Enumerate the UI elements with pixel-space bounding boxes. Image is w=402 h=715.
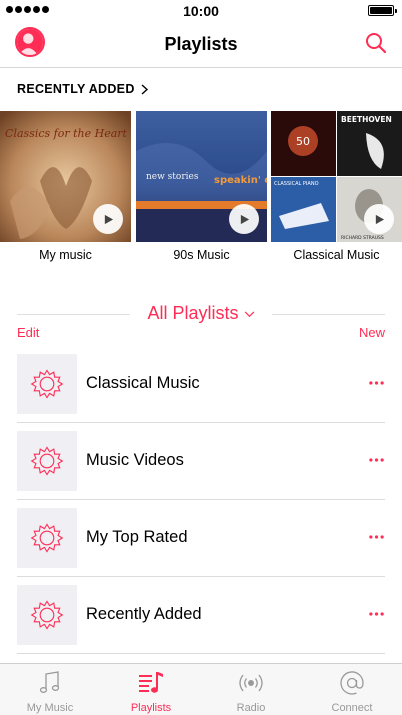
album-card-classical-music[interactable]: 50 BEETHOVEN CLASSICAL PIANO RICHARD STR… (271, 111, 402, 262)
svg-text:CLASSICAL PIANO: CLASSICAL PIANO (274, 181, 319, 187)
divider (272, 314, 385, 315)
more-options-button[interactable] (366, 604, 386, 624)
svg-text:speakin' out: speakin' out (214, 175, 267, 186)
album-label: Classical Music (293, 248, 380, 262)
search-icon (366, 33, 387, 54)
playlist-name: Music Videos (86, 451, 184, 469)
album-art-90s-music: new stories speakin' out (136, 111, 267, 242)
more-dots-icon (368, 381, 384, 385)
svg-text:BEETHOVEN: BEETHOVEN (341, 115, 392, 124)
new-playlist-button[interactable]: New (359, 325, 385, 340)
all-playlists-header: All Playlists (0, 302, 402, 326)
status-time: 10:00 (183, 3, 219, 19)
row-divider (17, 653, 385, 654)
tab-playlists[interactable]: Playlists (101, 664, 201, 715)
recently-added-title: RECENTLY ADDED (17, 82, 135, 96)
at-sign-icon (340, 671, 364, 695)
tab-label: Connect (331, 702, 373, 714)
playlist-row[interactable]: My Top Rated (0, 500, 402, 577)
playlist-name: My Top Rated (86, 528, 188, 546)
chevron-right-icon (141, 83, 148, 95)
more-dots-icon (368, 535, 384, 539)
playlist-name: Classical Music (86, 374, 200, 392)
play-button[interactable] (364, 204, 394, 234)
all-playlists-title: All Playlists (147, 303, 239, 323)
playlist-icon (139, 672, 163, 693)
album-label: 90s Music (173, 248, 230, 262)
tab-bar: My Music Playlists Radio Connect (0, 663, 402, 715)
gear-icon (30, 446, 64, 476)
play-icon (375, 214, 384, 224)
play-button[interactable] (93, 204, 123, 234)
album-card-90s-music[interactable]: new stories speakin' out 90s Music (136, 111, 267, 262)
radio-icon (239, 674, 263, 692)
all-playlists-filter-button[interactable]: All Playlists (130, 303, 272, 324)
more-dots-icon (368, 458, 384, 462)
album-card-my-music[interactable]: Classics for the Heart My music (0, 111, 131, 262)
tab-label: My Music (26, 702, 74, 714)
play-button[interactable] (229, 204, 259, 234)
more-dots-icon (368, 612, 384, 616)
playlist-row[interactable]: Classical Music (0, 346, 402, 423)
playlist-row[interactable]: Recently Added (0, 577, 402, 654)
album-label: My music (39, 248, 92, 262)
recently-added-header[interactable]: RECENTLY ADDED (17, 82, 149, 96)
play-icon (104, 214, 113, 224)
tab-my-music[interactable]: My Music (0, 664, 100, 715)
playlist-name: Recently Added (86, 605, 202, 623)
svg-text:Classics for the Heart: Classics for the Heart (5, 127, 127, 140)
music-note-icon (39, 671, 60, 693)
playlist-thumbnail (17, 354, 77, 414)
svg-text:50: 50 (296, 135, 310, 148)
tab-radio[interactable]: Radio (201, 664, 301, 715)
playlist-thumbnail (17, 508, 77, 568)
recently-added-carousel[interactable]: Classics for the Heart My music new stor… (0, 111, 402, 271)
svg-text:new stories: new stories (146, 172, 199, 182)
more-options-button[interactable] (366, 450, 386, 470)
more-options-button[interactable] (366, 373, 386, 393)
svg-text:RICHARD STRAUSS: RICHARD STRAUSS (341, 235, 384, 241)
gear-icon (30, 523, 64, 553)
search-button[interactable] (364, 31, 388, 55)
battery-icon (368, 5, 397, 16)
gear-icon (30, 369, 64, 399)
playlist-thumbnail (17, 585, 77, 645)
divider (17, 314, 130, 315)
tab-connect[interactable]: Connect (302, 664, 402, 715)
page-title: Playlists (164, 34, 238, 54)
navigation-bar: Playlists (0, 22, 402, 68)
playlist-thumbnail (17, 431, 77, 491)
playlist-row[interactable]: Music Videos (0, 423, 402, 500)
gear-icon (30, 600, 64, 630)
play-icon (240, 214, 249, 224)
album-art-classical-music: 50 BEETHOVEN CLASSICAL PIANO RICHARD STR… (271, 111, 402, 242)
playlist-list: Classical Music Music Videos My Top Rate… (0, 346, 402, 654)
tab-label: Playlists (130, 702, 172, 714)
status-bar: 10:00 (0, 0, 402, 22)
chevron-down-icon (244, 311, 254, 317)
album-art-my-music: Classics for the Heart (0, 111, 131, 242)
edit-button[interactable]: Edit (17, 325, 39, 340)
tab-label: Radio (236, 702, 266, 714)
more-options-button[interactable] (366, 527, 386, 547)
